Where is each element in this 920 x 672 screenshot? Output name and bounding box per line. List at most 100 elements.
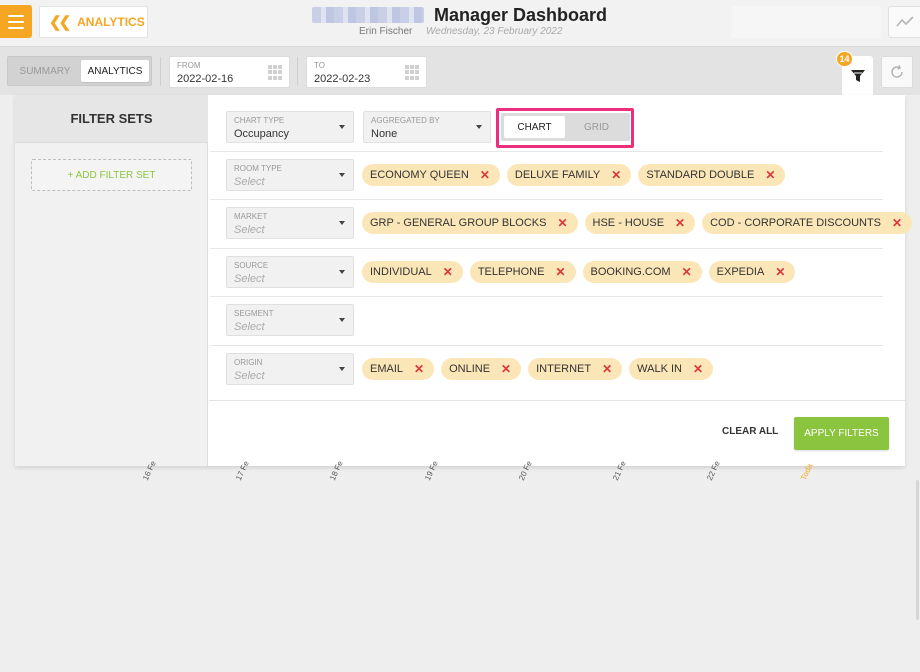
room-type-select[interactable]: ROOM TYPE Select [226,159,354,191]
refresh-icon [891,65,903,78]
footer-divider [209,400,905,401]
segment-label: SEGMENT [234,309,274,318]
aggregated-by-label: AGGREGATED BY [371,116,440,125]
market-select[interactable]: MARKET Select [226,207,354,239]
hamburger-menu-button[interactable] [0,5,32,38]
segment-select[interactable]: SEGMENT Select [226,304,354,336]
to-date-field[interactable]: TO 2022-02-23 [306,56,427,88]
double-chevron-left-icon: ❮❮ [49,13,71,31]
filter-sets-sidebar: FILTER SETS + ADD FILTER SET [15,95,208,466]
chart-type-select[interactable]: CHART TYPE Occupancy [226,111,354,143]
chevron-down-icon [339,221,345,225]
divider [160,57,161,86]
refresh-button[interactable] [881,56,913,88]
chip: EMAIL ✕ [362,358,435,380]
chip: TELEPHONE ✕ [469,261,576,283]
chevron-down-icon [339,270,345,274]
view-mode-switch: SUMMARY ANALYTICS [7,56,152,86]
scrollbar[interactable] [916,480,919,620]
title-block: Manager Dashboard Erin Fischer Wednesday… [312,5,612,41]
chip-label: TELEPHONE [477,266,545,278]
chevron-down-icon [339,125,345,129]
chip: ONLINE ✕ [441,358,522,380]
chip-label: EMAIL [370,363,404,375]
chip-label: ECONOMY QUEEN [370,169,469,181]
row-divider [210,151,883,152]
chevron-down-icon [339,318,345,322]
close-x-icon[interactable]: ✕ [501,363,511,375]
chip-label: WALK IN [637,363,682,375]
hamburger-icon [8,14,24,17]
market-placeholder: Select [234,224,265,236]
chip-label: INDIVIDUAL [370,266,432,278]
origin-label: ORIGIN [234,358,263,367]
source-placeholder: Select [234,273,265,285]
chip: WALK IN ✕ [629,358,714,380]
chip-label: HSE - HOUSE [592,217,665,229]
chip: COD - CORPORATE DISCOUNTS ✕ [702,212,913,234]
from-date-field[interactable]: FROM 2022-02-16 [169,56,290,88]
trend-button[interactable] [888,6,920,38]
tab-analytics[interactable]: ANALYTICS [81,60,149,82]
origin-select[interactable]: ORIGIN Select [226,353,354,385]
current-date: Wednesday, 23 February 2022 [426,26,563,37]
chevron-down-icon [339,173,345,177]
toggle-chart[interactable]: CHART [504,116,565,138]
chip: EXPEDIA ✕ [708,261,796,283]
chart-type-value: Occupancy [234,128,290,140]
chip: INDIVIDUAL ✕ [362,261,463,283]
top-header: ❮❮ ANALYTICS Manager Dashboard Erin Fisc… [0,0,920,46]
to-date-label: TO [314,61,325,70]
chip-label: GRP - GENERAL GROUP BLOCKS [370,217,547,229]
calendar-grid-icon[interactable] [405,65,420,80]
close-x-icon[interactable]: ✕ [693,363,703,375]
divider [297,57,298,86]
page-title: Manager Dashboard [434,5,608,25]
aggregated-by-value: None [371,128,398,140]
aggregated-by-select[interactable]: AGGREGATED BY None [363,111,491,143]
chevron-down-icon [476,125,482,129]
market-chips: GRP - GENERAL GROUP BLOCKS ✕ HSE - HOUSE ✕… [362,212,913,234]
add-filter-set-button[interactable]: + ADD FILTER SET [31,159,192,191]
close-x-icon[interactable]: ✕ [775,266,785,278]
tab-summary[interactable]: SUMMARY [11,60,79,82]
to-date-value: 2022-02-23 [314,73,371,85]
toolbar: SUMMARY ANALYTICS FROM 2022-02-16 TO 202… [0,46,920,95]
close-x-icon[interactable]: ✕ [682,266,692,278]
close-x-icon[interactable]: ✕ [555,266,565,278]
chip: GRP - GENERAL GROUP BLOCKS ✕ [362,212,578,234]
blurred-hotel-name [312,7,424,23]
back-to-analytics-button[interactable]: ❮❮ ANALYTICS [39,6,148,38]
chip-label: COD - CORPORATE DISCOUNTS [710,217,882,229]
apply-filters-button[interactable]: APPLY FILTERS [794,417,889,450]
chip-label: DELUXE FAMILY [514,169,601,181]
origin-chips: EMAIL ✕ ONLINE ✕ INTERNET ✕ WALK IN ✕ [362,358,714,380]
origin-placeholder: Select [234,370,265,382]
close-x-icon[interactable]: ✕ [480,169,490,181]
close-x-icon[interactable]: ✕ [611,169,621,181]
source-select[interactable]: SOURCE Select [226,256,354,288]
close-x-icon[interactable]: ✕ [675,217,685,229]
calendar-grid-icon[interactable] [268,65,283,80]
close-x-icon[interactable]: ✕ [765,169,775,181]
chip-label: STANDARD DOUBLE [646,169,755,181]
toggle-grid[interactable]: GRID [566,116,627,138]
chip: HSE - HOUSE ✕ [584,212,696,234]
chip: INTERNET ✕ [528,358,623,380]
close-x-icon[interactable]: ✕ [557,217,567,229]
clear-all-button[interactable]: CLEAR ALL [722,426,778,437]
chip-label: INTERNET [536,363,592,375]
close-x-icon[interactable]: ✕ [414,363,424,375]
from-date-label: FROM [177,61,201,70]
close-x-icon[interactable]: ✕ [443,266,453,278]
chip-label: EXPEDIA [716,266,765,278]
chip: DELUXE FAMILY ✕ [506,164,632,186]
market-label: MARKET [234,212,268,221]
close-x-icon[interactable]: ✕ [602,363,612,375]
room-type-label: ROOM TYPE [234,164,282,173]
row-divider [210,296,883,297]
back-button-label: ANALYTICS [77,15,145,29]
chip-label: BOOKING.COM [590,266,671,278]
close-x-icon[interactable]: ✕ [892,217,902,229]
user-name: Erin Fischer [359,26,413,37]
